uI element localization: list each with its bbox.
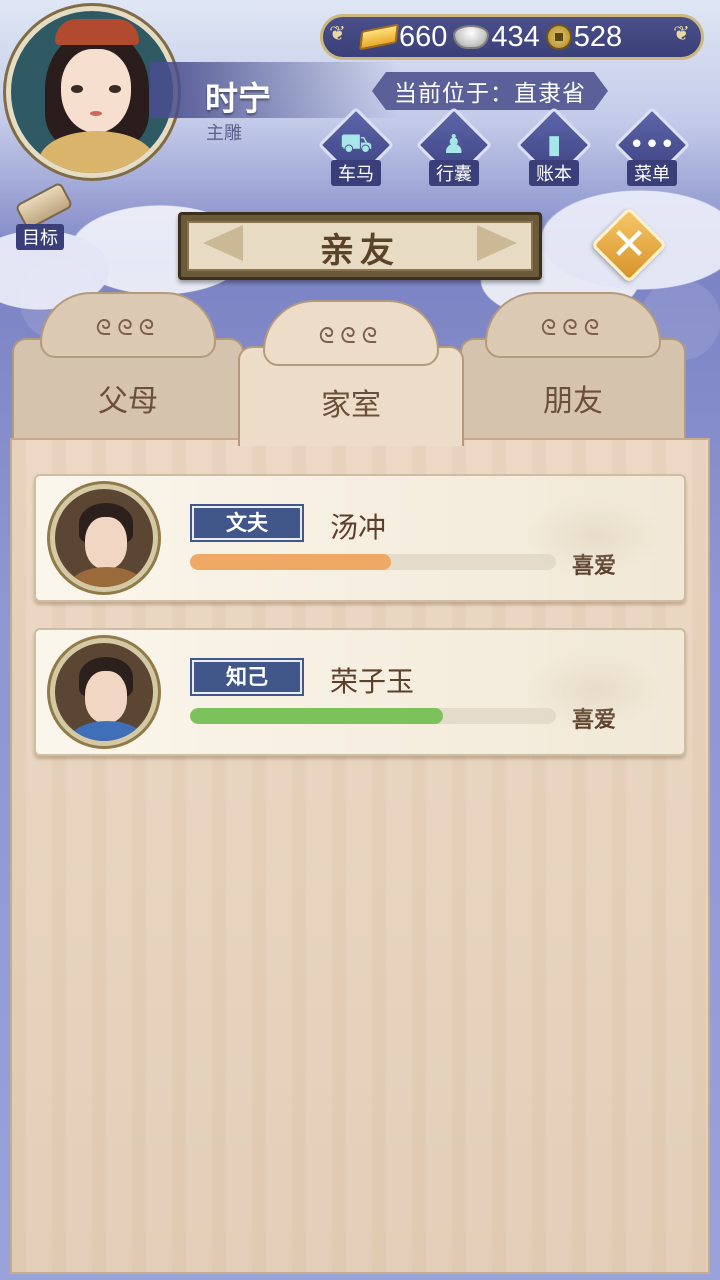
nav-label: 菜单 bbox=[627, 160, 677, 186]
copper-value: 528 bbox=[573, 20, 623, 53]
affection-level: 喜爱 bbox=[572, 554, 617, 579]
relation-card[interactable]: 文夫 汤冲 喜爱 bbox=[34, 474, 686, 602]
currency-gold: 660 bbox=[359, 20, 448, 54]
currency-copper: 528 bbox=[545, 20, 623, 54]
avatar-robe bbox=[69, 721, 145, 741]
currency-bar: ❦ 660 434 528 ❦ bbox=[320, 14, 704, 60]
title-plaque: 亲友 bbox=[178, 212, 542, 280]
nav-label: 车马 bbox=[331, 160, 381, 186]
ledger-icon: ▮ bbox=[546, 130, 562, 160]
tab-label: 家室 bbox=[321, 388, 381, 423]
avatar-crown bbox=[55, 19, 139, 45]
goal-button[interactable]: 目标 bbox=[8, 181, 78, 250]
silver-value: 434 bbox=[491, 20, 540, 53]
relation-role-tag: 知己 bbox=[190, 658, 304, 696]
close-icon[interactable]: ✕ bbox=[598, 214, 660, 276]
nav-bundle-button[interactable]: ♟ 行囊 bbox=[412, 106, 496, 190]
affection-bar bbox=[190, 554, 556, 570]
name-banner bbox=[150, 62, 400, 118]
tab-family[interactable]: ᘓᘓᘓ 家室 bbox=[238, 300, 464, 446]
player-name: 时宁 bbox=[205, 79, 271, 118]
bamboo-icon: ❦ bbox=[673, 21, 690, 45]
gold-ingot-icon bbox=[359, 23, 399, 51]
tab-friends[interactable]: ᘓᘓᘓ 朋友 bbox=[460, 292, 686, 442]
nav-ledger-button[interactable]: ▮ 账本 bbox=[512, 106, 596, 190]
gold-value: 660 bbox=[399, 20, 448, 53]
tab-label: 朋友 bbox=[543, 384, 603, 419]
nav-label: 行囊 bbox=[429, 160, 479, 186]
nav-menu-button[interactable]: ••• 菜单 bbox=[610, 106, 694, 190]
nav-label: 账本 bbox=[529, 160, 579, 186]
bundle-icon: ♟ bbox=[442, 130, 466, 160]
swirl-ornament-icon: ᘓᘓᘓ bbox=[540, 316, 606, 341]
bamboo-icon: ❦ bbox=[329, 21, 346, 45]
carriage-icon: ⛟ bbox=[339, 128, 373, 158]
affection-bar-fill bbox=[190, 708, 443, 724]
avatar-robe bbox=[69, 567, 145, 587]
affection-bar-fill bbox=[190, 554, 392, 570]
relation-role-tag: 文夫 bbox=[190, 504, 304, 542]
swirl-ornament-icon: ᘓᘓᘓ bbox=[95, 316, 161, 341]
relation-name: 荣子玉 bbox=[330, 665, 415, 698]
affection-bar bbox=[190, 708, 556, 724]
relation-avatar bbox=[50, 638, 158, 746]
player-title: 主雕 bbox=[206, 123, 242, 144]
avatar-eye bbox=[109, 85, 121, 93]
relation-card[interactable]: 知己 荣子玉 喜爱 bbox=[34, 628, 686, 756]
copper-coin-icon bbox=[545, 24, 572, 50]
page-title: 亲友 bbox=[320, 231, 400, 271]
currency-silver: 434 bbox=[453, 20, 540, 54]
swirl-ornament-icon: ᘓᘓᘓ bbox=[318, 324, 384, 349]
avatar-face bbox=[85, 517, 127, 569]
more-icon: ••• bbox=[628, 129, 676, 160]
avatar-mouth bbox=[90, 111, 102, 116]
tab-label: 父母 bbox=[98, 384, 158, 419]
affection-level: 喜爱 bbox=[572, 708, 617, 733]
silver-ingot-icon bbox=[453, 25, 490, 49]
relation-avatar bbox=[50, 484, 158, 592]
avatar-eye bbox=[71, 85, 83, 93]
avatar-face bbox=[85, 671, 127, 723]
tab-parents[interactable]: ᘓᘓᘓ 父母 bbox=[12, 292, 244, 442]
relation-name: 汤冲 bbox=[330, 511, 387, 544]
nav-carriage-button[interactable]: ⛟ 车马 bbox=[314, 106, 398, 190]
goal-label: 目标 bbox=[16, 224, 64, 250]
current-location: 当前位于：直隶省 bbox=[372, 72, 608, 110]
